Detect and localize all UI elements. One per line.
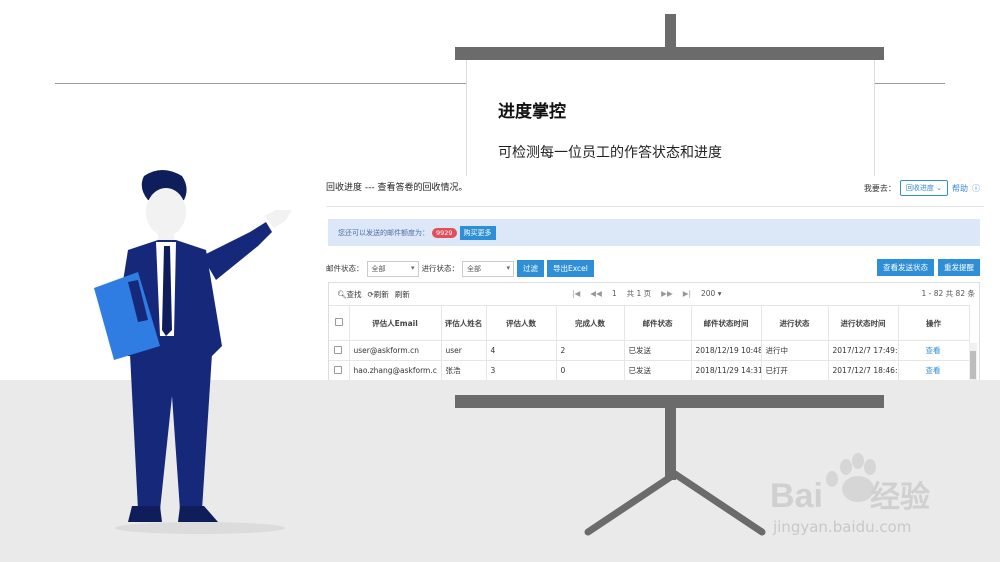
mail-status-select[interactable]: 全部 (366, 260, 419, 277)
col-header[interactable]: 完成人数 (556, 305, 625, 341)
easel-tripod-legs (584, 470, 766, 536)
goto-bar: 我要去： 回收进度 ⌄ 帮助 ⓘ (864, 180, 980, 196)
total-pages: 共 1 页 (626, 289, 652, 298)
cell-mail-time: 2018/12/19 10:48 (691, 340, 762, 361)
search-button[interactable]: 🔍︎查找 (337, 289, 362, 300)
table-header-row: 评估人Email 评估人姓名 评估人数 完成人数 邮件状态 邮件状态时间 进行状… (329, 305, 970, 341)
col-header: 操作 (898, 305, 970, 341)
cell-status-time: 2017/12/7 18:46: (828, 360, 899, 380)
col-header[interactable]: 邮件状态时间 (691, 305, 762, 341)
search-icon: 🔍︎ (337, 290, 347, 299)
data-grid: 🔍︎查找 ⟳刷新 刷新 |◀ ◀◀ 1 共 1 页 ▶▶ ▶| 200 ▾ 1 … (328, 282, 980, 380)
buy-more-button[interactable]: 购买更多 (459, 225, 496, 240)
projection-screen: 进度掌控 可检测每一位员工的作答状态和进度 (466, 60, 875, 180)
col-header[interactable]: 评估人姓名 (441, 305, 487, 341)
cell-status: 已打开 (761, 360, 829, 380)
results-table: 评估人Email 评估人姓名 评估人数 完成人数 邮件状态 邮件状态时间 进行状… (329, 305, 970, 380)
easel-top-bar (455, 47, 884, 60)
action-buttons: 查看发送状态 重发提醒 (877, 259, 980, 276)
progress-status-select[interactable]: 全部 (462, 260, 514, 277)
select-all-checkbox[interactable] (329, 305, 350, 341)
notice-text: 您还可以发送的邮件额度为： (338, 228, 429, 237)
quota-badge: 9929 (432, 227, 457, 238)
presenter-figure (94, 170, 292, 534)
view-link[interactable]: 查看 (898, 360, 970, 380)
page-number[interactable]: 1 (612, 289, 617, 298)
resend-reminder-button[interactable]: 重发提醒 (938, 259, 980, 276)
col-header[interactable]: 进行状态 (761, 305, 829, 341)
watermark-url: jingyan.baidu.com (773, 518, 912, 536)
next-page-icon[interactable]: ▶▶ (661, 289, 673, 298)
row-checkbox[interactable] (329, 360, 350, 380)
export-excel-button[interactable]: 导出Excel (547, 260, 594, 277)
filter-bar: 邮件状态： 全部 进行状态： 全部 过滤 导出Excel (326, 260, 594, 277)
prev-page-icon[interactable]: ◀◀ (590, 289, 602, 298)
refresh-button-2[interactable]: 刷新 (395, 289, 410, 300)
last-page-icon[interactable]: ▶| (683, 289, 691, 298)
easel-top-pole (665, 14, 676, 50)
col-header[interactable]: 邮件状态 (624, 305, 692, 341)
refresh-button[interactable]: ⟳刷新 (368, 289, 389, 300)
goto-label: 我要去： (863, 183, 896, 193)
record-range: 1 - 82 共 82 条 (921, 289, 976, 298)
cell-mail-time: 2018/11/29 14:31 (691, 360, 762, 380)
cell-status-time: 2017/12/7 17:49: (828, 340, 899, 361)
mail-status-label: 邮件状态： (326, 264, 364, 273)
slide-heading: 进度掌控 (498, 102, 566, 122)
cell-evaluators: 4 (486, 340, 557, 361)
cell-email: user@askform.cn (349, 340, 442, 361)
svg-text:经验: 经验 (870, 480, 930, 514)
page-size-select[interactable]: 200 ▾ (701, 289, 721, 298)
page-title: 回收进度 --- 查看答卷的回收情况。 (326, 183, 468, 193)
col-header[interactable]: 进行状态时间 (828, 305, 899, 341)
cell-evaluators: 3 (486, 360, 557, 380)
slide-subtext: 可检测每一位员工的作答状态和进度 (498, 145, 722, 161)
view-send-status-button[interactable]: 查看发送状态 (877, 259, 934, 276)
filter-button[interactable]: 过滤 (517, 260, 544, 277)
cell-name: 张浩 (441, 360, 487, 380)
cell-email: hao.zhang@askform.c (349, 360, 442, 380)
svg-text:Bai: Bai (770, 477, 823, 515)
grid-toolbar: 🔍︎查找 ⟳刷新 刷新 |◀ ◀◀ 1 共 1 页 ▶▶ ▶| 200 ▾ 1 … (329, 283, 979, 305)
vertical-scrollbar[interactable] (969, 343, 977, 380)
cell-mail-status: 已发送 (624, 340, 692, 361)
view-link[interactable]: 查看 (898, 340, 970, 361)
cell-done: 0 (556, 360, 625, 380)
goto-select[interactable]: 回收进度 ⌄ (899, 180, 948, 196)
table-row: user@askform.cn user 4 2 已发送 2018/12/19 … (329, 340, 970, 361)
quota-notice: 您还可以发送的邮件额度为： 9929 购买更多 (328, 219, 980, 246)
progress-status-label: 进行状态： (421, 264, 460, 273)
pager: |◀ ◀◀ 1 共 1 页 ▶▶ ▶| 200 ▾ (572, 288, 722, 299)
cell-done: 2 (556, 340, 625, 361)
easel-bottom-bar (455, 395, 884, 408)
help-link[interactable]: 帮助 (952, 183, 968, 194)
cell-name: user (441, 340, 487, 361)
col-header[interactable]: 评估人Email (349, 305, 442, 341)
row-checkbox[interactable] (329, 340, 350, 361)
header-divider (326, 206, 984, 207)
help-icon[interactable]: ⓘ (972, 183, 980, 194)
cell-status: 进行中 (761, 340, 829, 361)
app-screenshot: 回收进度 --- 查看答卷的回收情况。 我要去： 回收进度 ⌄ 帮助 ⓘ 您还可… (326, 176, 984, 380)
col-header[interactable]: 评估人数 (486, 305, 557, 341)
table-row: hao.zhang@askform.c 张浩 3 0 已发送 2018/11/2… (329, 360, 970, 380)
cell-mail-status: 已发送 (624, 360, 692, 380)
first-page-icon[interactable]: |◀ (572, 289, 580, 298)
